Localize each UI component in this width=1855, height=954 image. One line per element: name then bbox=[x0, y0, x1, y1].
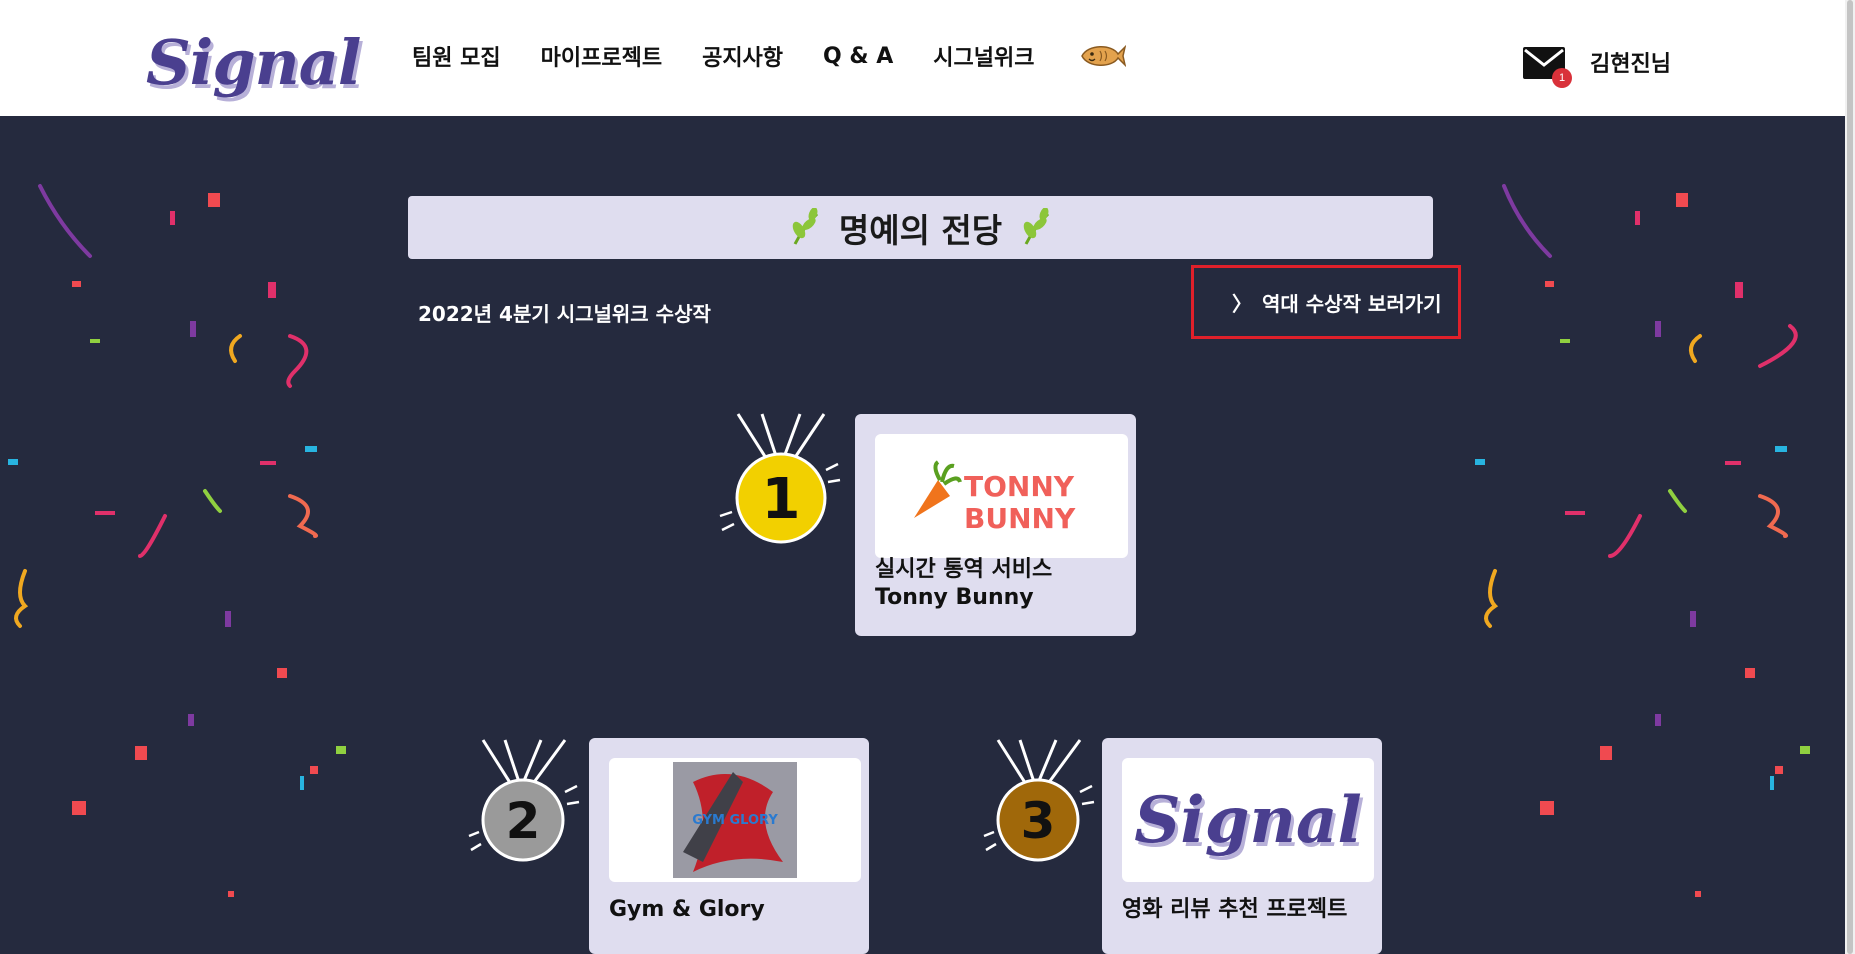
confetti-ribbon bbox=[1608, 514, 1642, 558]
mail-button[interactable]: 1 bbox=[1522, 42, 1572, 90]
tonny-bunny-logo: TONNY BUNNY bbox=[913, 460, 1076, 535]
winner-title: 영화 리뷰 추천 프로젝트 bbox=[1122, 897, 1348, 922]
svg-text:BUNNY: BUNNY bbox=[964, 502, 1076, 535]
confetti-ribbon bbox=[288, 494, 318, 538]
nav-item-signal-week[interactable]: 시그널위크 bbox=[933, 40, 1034, 72]
confetti-ribbon bbox=[1689, 334, 1702, 363]
winner-card-3[interactable]: Signal 영화 리뷰 추천 프로젝트 bbox=[1102, 738, 1382, 954]
confetti-ribbon bbox=[1668, 489, 1687, 513]
past-winners-link[interactable]: 〉 역대 수상작 보러가기 bbox=[1191, 265, 1461, 339]
nav-item-my-project[interactable]: 마이프로젝트 bbox=[541, 40, 662, 72]
past-winners-label: 역대 수상작 보러가기 bbox=[1262, 291, 1442, 316]
confetti-ribbon bbox=[1484, 569, 1499, 628]
svg-text:TONNY: TONNY bbox=[964, 470, 1075, 503]
hall-of-fame-title-bar: 명예의 전당 bbox=[408, 196, 1433, 259]
winner-card-1[interactable]: TONNY BUNNY 실시간 통역 서비스 Tonny Bunny bbox=[855, 414, 1136, 636]
winner-card-2[interactable]: GYM GLORY Gym & Glory bbox=[589, 738, 869, 954]
user-menu[interactable]: 김현진님 bbox=[1590, 46, 1671, 78]
bronze-medal-icon: 3 bbox=[983, 739, 1095, 862]
confetti-ribbon bbox=[1758, 494, 1788, 538]
winner-title: 실시간 통역 서비스 bbox=[875, 557, 1053, 582]
medal-rank-1: 1 bbox=[762, 467, 801, 532]
bungeoppang-icon[interactable] bbox=[1078, 42, 1127, 70]
page-title: 명예의 전당 bbox=[838, 210, 1003, 250]
chevron-right-icon: 〉 bbox=[1232, 291, 1252, 316]
logo-text: Signal bbox=[146, 25, 361, 99]
laurel-left-icon bbox=[792, 207, 818, 245]
confetti-ribbon bbox=[286, 334, 309, 388]
svg-text:GYM GLORY: GYM GLORY bbox=[692, 813, 778, 828]
confetti-ribbon bbox=[14, 569, 29, 628]
confetti-ribbon bbox=[1502, 184, 1552, 258]
gym-glory-logo: GYM GLORY bbox=[673, 762, 797, 878]
confetti-ribbon bbox=[38, 184, 92, 258]
winner-title: Gym & Glory bbox=[609, 897, 765, 922]
signal-project-logo: Signal bbox=[1134, 782, 1362, 858]
confetti-ribbon bbox=[203, 489, 222, 513]
nav-item-team-recruit[interactable]: 팀원 모집 bbox=[412, 40, 501, 72]
signal-logo[interactable]: Signal bbox=[146, 12, 361, 112]
confetti-ribbon bbox=[138, 514, 167, 558]
main-nav: 팀원 모집 마이프로젝트 공지사항 Q & A 시그널위크 bbox=[412, 40, 1127, 72]
scrollbar-thumb[interactable] bbox=[1847, 0, 1853, 954]
laurel-right-icon bbox=[1023, 207, 1050, 245]
winner-card-image: GYM GLORY bbox=[609, 758, 861, 882]
winner-card-image: TONNY BUNNY bbox=[875, 434, 1128, 558]
gold-medal-icon: 1 bbox=[719, 413, 841, 544]
confetti-ribbon bbox=[1758, 324, 1798, 368]
medal-rank-3: 3 bbox=[1021, 792, 1056, 850]
winner-card-image: Signal bbox=[1122, 758, 1374, 882]
top-navigation-bar: Signal 팀원 모집 마이프로젝트 공지사항 Q & A 시그널위크 1 김… bbox=[0, 0, 1845, 116]
mail-count-badge: 1 bbox=[1552, 68, 1572, 88]
nav-item-qna[interactable]: Q & A bbox=[823, 44, 893, 69]
silver-medal-icon: 2 bbox=[468, 739, 580, 862]
quarter-label: 2022년 4분기 시그널위크 수상작 bbox=[418, 302, 711, 326]
winner-subtitle: Tonny Bunny bbox=[875, 585, 1034, 610]
nav-item-notice[interactable]: 공지사항 bbox=[702, 40, 783, 72]
confetti-ribbon bbox=[229, 334, 242, 363]
medal-rank-2: 2 bbox=[506, 792, 541, 850]
